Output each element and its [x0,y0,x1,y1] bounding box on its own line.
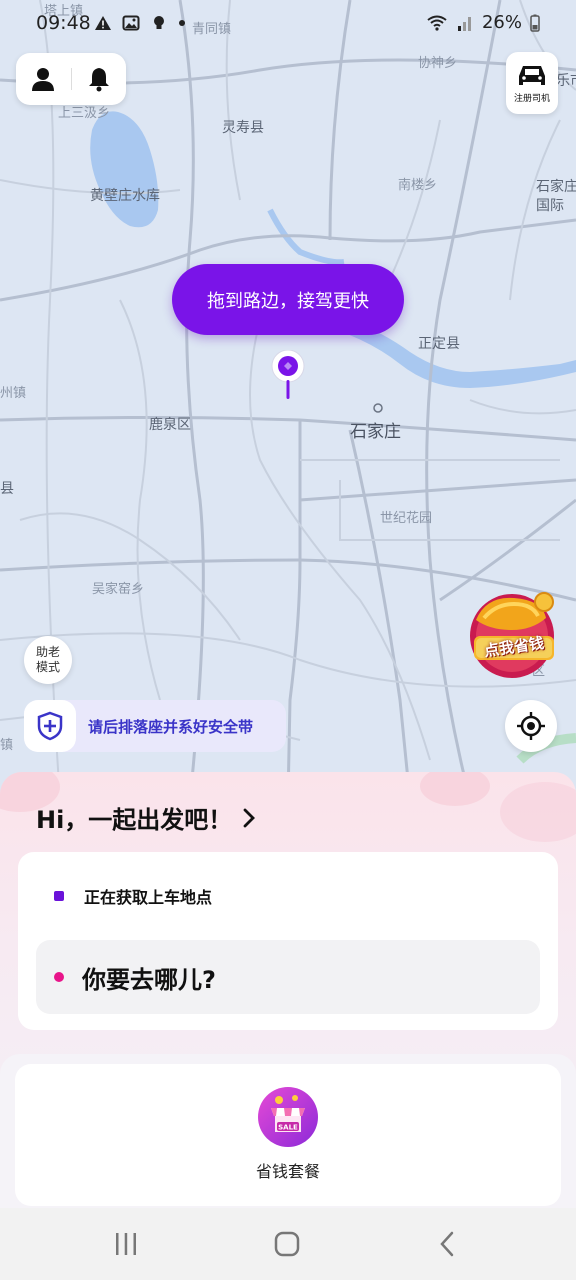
place-label: 吴家窑乡 [92,582,145,597]
lightbulb-icon [154,16,164,29]
place-label-city: 石家庄 [350,422,401,442]
sale-shop-icon: SALE [258,1087,318,1147]
services-section: SALE 省钱套餐 [0,1054,576,1208]
elder-mode-button[interactable]: 助老 模式 [24,636,72,684]
status-right: 26% [426,12,540,33]
place-label: 灵寿县 [222,120,264,136]
battery-icon [530,14,540,32]
register-driver-label: 注册司机 [513,93,550,104]
recent-apps-button[interactable] [106,1226,146,1262]
profile-button[interactable] [16,53,71,105]
home-button[interactable] [267,1226,307,1262]
register-driver-button[interactable]: 注册司机 [506,52,558,114]
bottom-panel: Hi，一起出发吧！ 正在获取上车地点 你要去哪儿? SALE 省钱套餐 [0,772,576,1208]
city-center-icon [373,403,383,413]
top-left-controls [16,53,126,105]
place-label: 石家庄 国际 [536,179,576,214]
dot-icon [179,20,185,26]
elder-mode-label: 助老 模式 [35,645,60,674]
destination-dot-icon [54,972,64,982]
service-label: 省钱套餐 [255,1162,320,1181]
locate-me-button[interactable] [505,700,557,752]
crosshair-icon [517,712,545,740]
safety-banner[interactable]: 请后排落座并系好安全带 [24,700,286,752]
back-button[interactable] [428,1226,468,1262]
warning-icon [95,16,111,30]
pickup-row[interactable]: 正在获取上车地点 [54,884,212,908]
place-label: 州镇 [0,386,27,401]
home-icon [274,1231,300,1257]
shield-plus-icon [37,711,63,741]
decor-petal [420,772,490,806]
place-label: 协神乡 [418,56,458,71]
destination-field[interactable]: 你要去哪儿? [36,940,540,1014]
bell-icon [88,68,109,92]
shield-button[interactable] [24,700,76,752]
decor-petal [500,782,576,842]
destination-placeholder: 你要去哪儿? [82,965,216,994]
wifi-icon [427,15,447,31]
pickup-dot-icon [54,891,64,901]
place-label: 黄壁庄水库 [90,188,160,204]
place-label: 乐市 [556,73,576,89]
place-label: 正定县 [418,336,460,352]
signal-icon [457,16,471,31]
user-icon [32,68,55,91]
status-bar: 09:48 26% [0,0,576,48]
system-nav-bar [0,1208,576,1280]
chevron-right-icon [243,808,256,827]
status-time: 09:48 [36,12,91,34]
notifications-button[interactable] [71,53,126,105]
greeting-link[interactable]: Hi，一起出发吧！ [36,800,256,835]
car-icon [519,65,545,85]
back-icon [440,1231,454,1257]
status-notification-icons [94,14,186,32]
safety-banner-text: 请后排落座并系好安全带 [88,717,254,736]
service-item-savings-package[interactable]: SALE 省钱套餐 [243,1086,333,1182]
svg-text:SALE: SALE [278,1124,298,1132]
pickup-hint-tooltip: 拖到路边，接驾更快 [172,264,404,335]
battery-percent: 26% [481,12,522,33]
pickup-pin-icon[interactable] [270,350,306,402]
place-label: 南楼乡 [398,178,438,193]
place-label: 鹿泉区 [149,417,191,433]
services-card: SALE 省钱套餐 [15,1064,561,1206]
pickup-status: 正在获取上车地点 [84,888,213,907]
place-label: 镇 [0,738,14,753]
recent-apps-icon [116,1233,136,1255]
greeting-text: Hi，一起出发吧！ [36,806,233,834]
trip-card: 正在获取上车地点 你要去哪儿? [18,852,558,1030]
place-label: 县 [0,481,14,497]
place-label: 世纪花园 [380,511,433,526]
image-icon [122,15,140,31]
